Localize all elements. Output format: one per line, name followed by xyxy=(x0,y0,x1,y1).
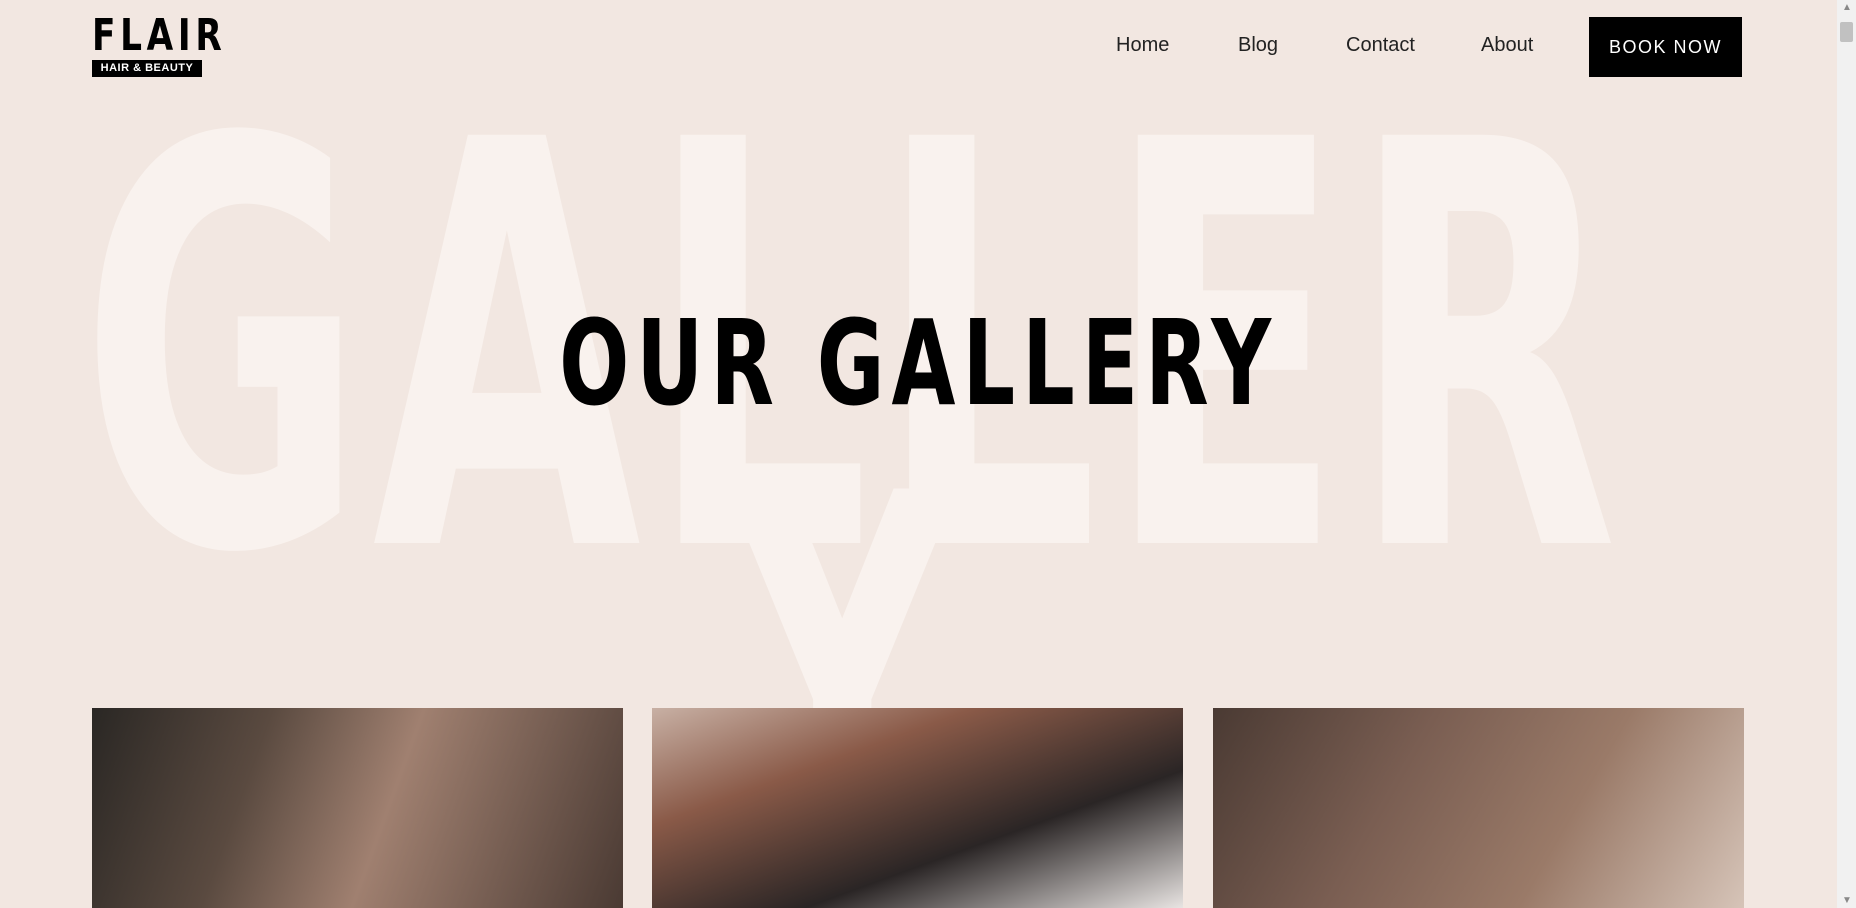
logo-tagline: HAIR & BEAUTY xyxy=(92,60,202,77)
page: GALLER Y FLAIR HAIR & BEAUTY Home Blog C… xyxy=(0,0,1837,908)
gallery-image-2[interactable] xyxy=(652,708,1183,908)
scroll-thumb[interactable] xyxy=(1840,22,1853,42)
scroll-up-arrow-icon[interactable]: ▲ xyxy=(1842,2,1852,13)
page-title-text: OUR GALLERY xyxy=(559,294,1278,433)
logo[interactable]: FLAIR HAIR & BEAUTY xyxy=(92,10,227,77)
scroll-down-arrow-icon[interactable]: ▼ xyxy=(1842,895,1852,906)
logo-name: FLAIR xyxy=(92,10,227,61)
book-now-button[interactable]: BOOK NOW xyxy=(1589,17,1742,77)
nav-about[interactable]: About xyxy=(1481,34,1533,57)
nav-contact[interactable]: Contact xyxy=(1346,34,1415,57)
gallery-image-1[interactable] xyxy=(92,708,623,908)
page-title: OUR GALLERY xyxy=(0,304,1837,422)
gallery-image-3[interactable] xyxy=(1213,708,1744,908)
nav-home[interactable]: Home xyxy=(1116,34,1169,57)
scrollbar[interactable]: ▲ ▼ xyxy=(1837,0,1856,908)
nav-blog[interactable]: Blog xyxy=(1238,34,1278,57)
